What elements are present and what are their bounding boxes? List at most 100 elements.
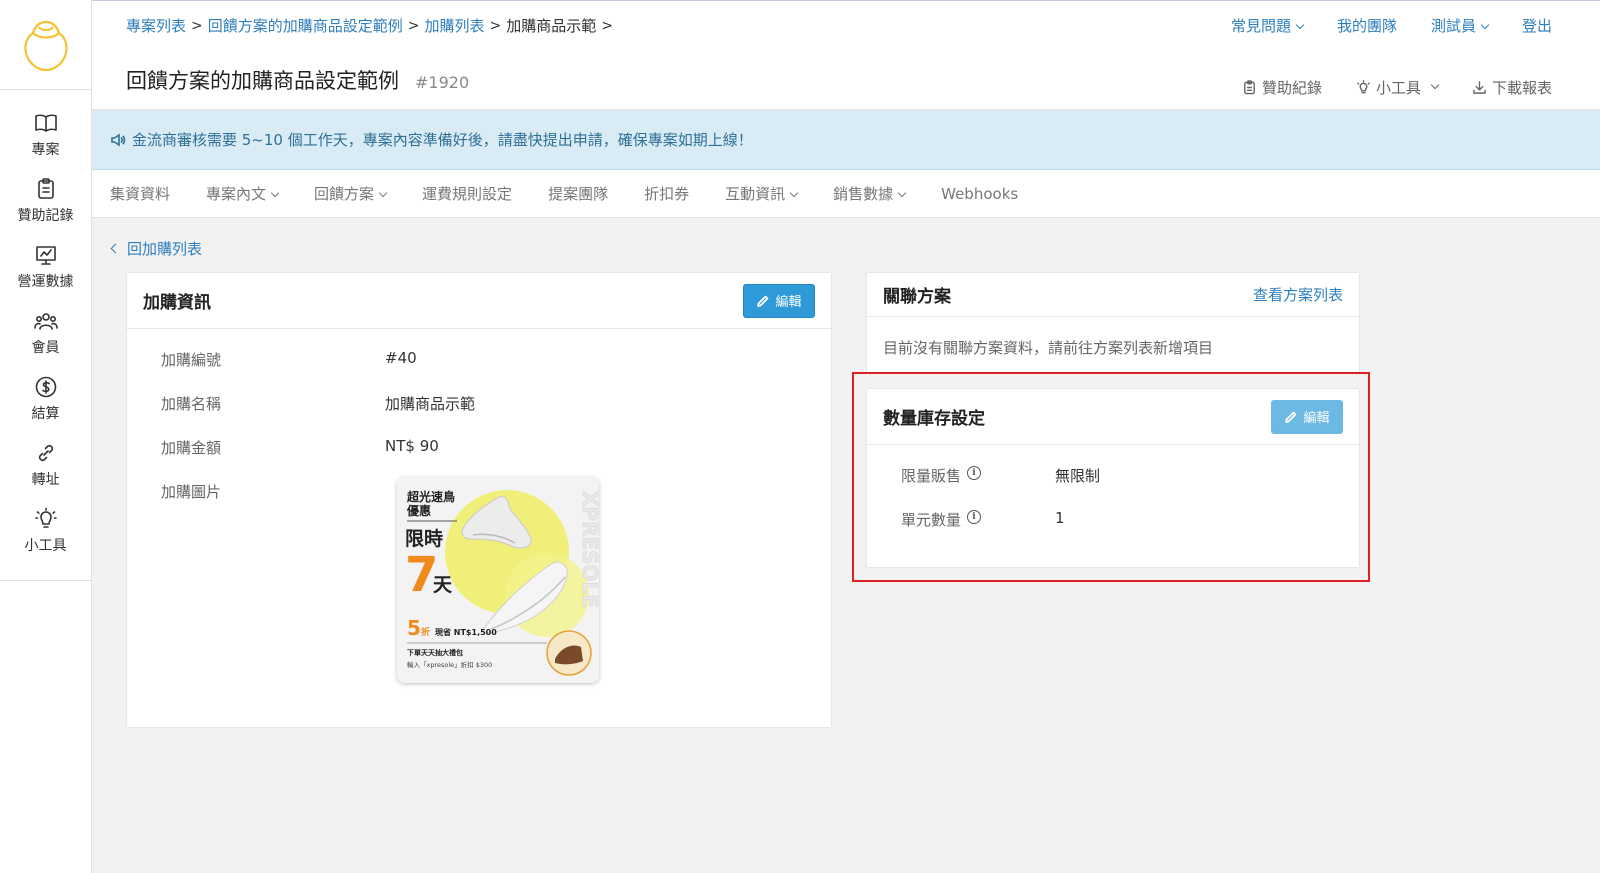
card-title: 關聯方案 — [883, 287, 951, 307]
page-title: 回饋方案的加購商品設定範例 #1920 — [126, 65, 469, 95]
field-value: NT$ 90 — [385, 437, 439, 455]
pencil-icon — [757, 295, 769, 307]
download-label: 下載報表 — [1491, 79, 1552, 97]
tab-funding-info[interactable]: 集資資料 — [110, 183, 170, 204]
edit-addon-button[interactable]: 編輯 — [743, 283, 815, 318]
breadcrumb-project[interactable]: 回饋方案的加購商品設定範例 — [208, 15, 403, 36]
promo-saving: 現省 NT$1,500 — [435, 627, 497, 637]
field-addon-name: 加購名稱 加購商品示範 — [161, 393, 475, 414]
breadcrumb-current: 加購商品示範 — [506, 17, 597, 35]
faq-label: 常見問題 — [1230, 17, 1291, 35]
chevron-down-icon — [1480, 20, 1490, 30]
field-label: 加購圖片 — [161, 483, 222, 501]
book-icon — [34, 114, 57, 132]
field-label: 加購名稱 — [161, 395, 222, 413]
top-header: 專案列表 > 回饋方案的加購商品設定範例 > 加購列表 > 加購商品示範 > 回… — [92, 0, 1600, 110]
view-plan-list-link[interactable]: 查看方案列表 — [1253, 284, 1343, 305]
gadgets-menu[interactable]: 小工具 — [1356, 77, 1440, 98]
promo-headline-2: 優惠 — [406, 503, 431, 518]
sidebar-item-projects[interactable]: 專案 — [0, 102, 91, 168]
chevron-down-icon — [897, 188, 907, 198]
clipboard-icon — [1244, 80, 1255, 95]
tab-team[interactable]: 提案團隊 — [548, 183, 608, 204]
field-value: #40 — [385, 349, 417, 367]
back-link-label: 回加購列表 — [127, 240, 203, 258]
tab-project-content[interactable]: 專案內文 — [206, 183, 280, 204]
megaphone-icon — [111, 133, 126, 146]
highlight-box — [852, 372, 1370, 582]
addon-info-card: 加購資訊 編輯 加購編號 #40 加購名稱 加購商品示範 加購金額 NT$ 90… — [126, 272, 832, 728]
tab-label: 銷售數據 — [833, 185, 894, 203]
dollar-icon — [35, 376, 56, 398]
sidebar-item-label: 小工具 — [24, 538, 67, 554]
promo-days-unit: 天 — [433, 574, 453, 596]
breadcrumb-separator-icon: > — [407, 17, 420, 34]
download-report-button[interactable]: 下載報表 — [1472, 77, 1552, 98]
chevron-down-icon — [270, 188, 280, 198]
addon-product-image: 超光速鳥 優惠 限時 7 天 5 折 現省 NT$1,500 下單天天抽大禮包 … — [397, 477, 599, 683]
breadcrumb-separator-icon: > — [191, 17, 203, 34]
breadcrumb-addon-list[interactable]: 加購列表 — [425, 15, 485, 36]
sidebar: 專案 贊助記錄 營運數據 會員 結算 轉址 小工具 — [0, 0, 92, 873]
back-to-addon-list[interactable]: 回加購列表 — [110, 238, 203, 259]
breadcrumb: 專案列表 > 回饋方案的加購商品設定範例 > 加購列表 > 加購商品示範 > — [126, 15, 618, 36]
tab-shipping-rules[interactable]: 運費規則設定 — [422, 183, 512, 204]
tab-bar: 集資資料 專案內文 回饋方案 運費規則設定 提案團隊 折扣券 互動資訊 銷售數據… — [92, 170, 1600, 218]
sidebar-item-gadgets[interactable]: 小工具 — [0, 498, 91, 564]
bulb-icon — [34, 507, 57, 528]
field-addon-id: 加購編號 #40 — [161, 349, 417, 370]
edit-label: 編輯 — [775, 295, 802, 310]
tab-label: 專案內文 — [206, 185, 267, 203]
sidebar-item-settlement[interactable]: 結算 — [0, 366, 91, 432]
field-label: 加購編號 — [161, 351, 222, 369]
logout-link[interactable]: 登出 — [1522, 15, 1552, 36]
field-addon-price: 加購金額 NT$ 90 — [161, 437, 439, 458]
link-icon — [38, 444, 53, 462]
chevron-left-icon — [110, 243, 121, 254]
promo-brand: XPRESOLE — [578, 491, 599, 608]
promo-headline-1: 超光速鳥 — [406, 489, 455, 504]
sidebar-item-sponsor-records[interactable]: 贊助記錄 — [0, 168, 91, 234]
sidebar-item-redirect[interactable]: 轉址 — [0, 432, 91, 498]
user-menu[interactable]: 測試員 — [1430, 15, 1490, 36]
field-addon-image: 加購圖片 — [161, 481, 221, 502]
sidebar-item-label: 營運數據 — [17, 274, 74, 290]
sidebar-item-label: 結算 — [31, 406, 60, 422]
logo[interactable] — [0, 0, 91, 90]
tab-webhooks[interactable]: Webhooks — [941, 185, 1018, 203]
sidebar-item-label: 轉址 — [31, 472, 60, 488]
breadcrumb-project-list[interactable]: 專案列表 — [126, 15, 186, 36]
card-header: 加購資訊 編輯 — [127, 273, 831, 329]
gadgets-label: 小工具 — [1375, 79, 1421, 97]
sponsor-log-label: 贊助紀錄 — [1261, 79, 1322, 97]
breadcrumb-separator-icon: > — [601, 17, 613, 34]
chart-board-icon — [35, 246, 56, 265]
tab-coupons[interactable]: 折扣券 — [644, 183, 689, 204]
tab-rewards[interactable]: 回饋方案 — [314, 183, 388, 204]
product-promo-graphic: 超光速鳥 優惠 限時 7 天 5 折 現省 NT$1,500 下單天天抽大禮包 … — [397, 477, 599, 683]
chevron-down-icon — [789, 188, 799, 198]
user-label: 測試員 — [1430, 17, 1476, 35]
faq-menu[interactable]: 常見問題 — [1230, 15, 1305, 36]
sidebar-item-members[interactable]: 會員 — [0, 300, 91, 366]
sidebar-item-label: 贊助記錄 — [17, 208, 74, 224]
breadcrumb-separator-icon: > — [489, 17, 502, 34]
card-title: 加購資訊 — [143, 293, 211, 313]
header-tools: 贊助紀錄 小工具 下載報表 — [1242, 77, 1552, 98]
chevron-down-icon — [378, 188, 388, 198]
my-team-link[interactable]: 我的團隊 — [1337, 15, 1397, 36]
sponsor-log-button[interactable]: 贊助紀錄 — [1242, 77, 1322, 98]
tab-label: 互動資訊 — [725, 185, 786, 203]
users-icon — [33, 313, 58, 330]
sidebar-item-label: 專案 — [31, 142, 60, 158]
tab-sales-data[interactable]: 銷售數據 — [833, 183, 907, 204]
sidebar-item-operations[interactable]: 營運數據 — [0, 234, 91, 300]
announcement-banner: 金流商審核需要 5~10 個工作天，專案內容準備好後，請盡快提出申請，確保專案如… — [92, 110, 1600, 170]
chevron-down-icon — [1295, 20, 1305, 30]
bulb-icon — [1357, 80, 1370, 94]
card-header: 關聯方案 查看方案列表 — [867, 273, 1359, 317]
clipboard-icon — [37, 178, 54, 199]
promo-line-2: 輸入「xpresole」折扣 $300 — [407, 660, 492, 669]
tab-interactions[interactable]: 互動資訊 — [725, 183, 799, 204]
download-icon — [1473, 81, 1486, 94]
